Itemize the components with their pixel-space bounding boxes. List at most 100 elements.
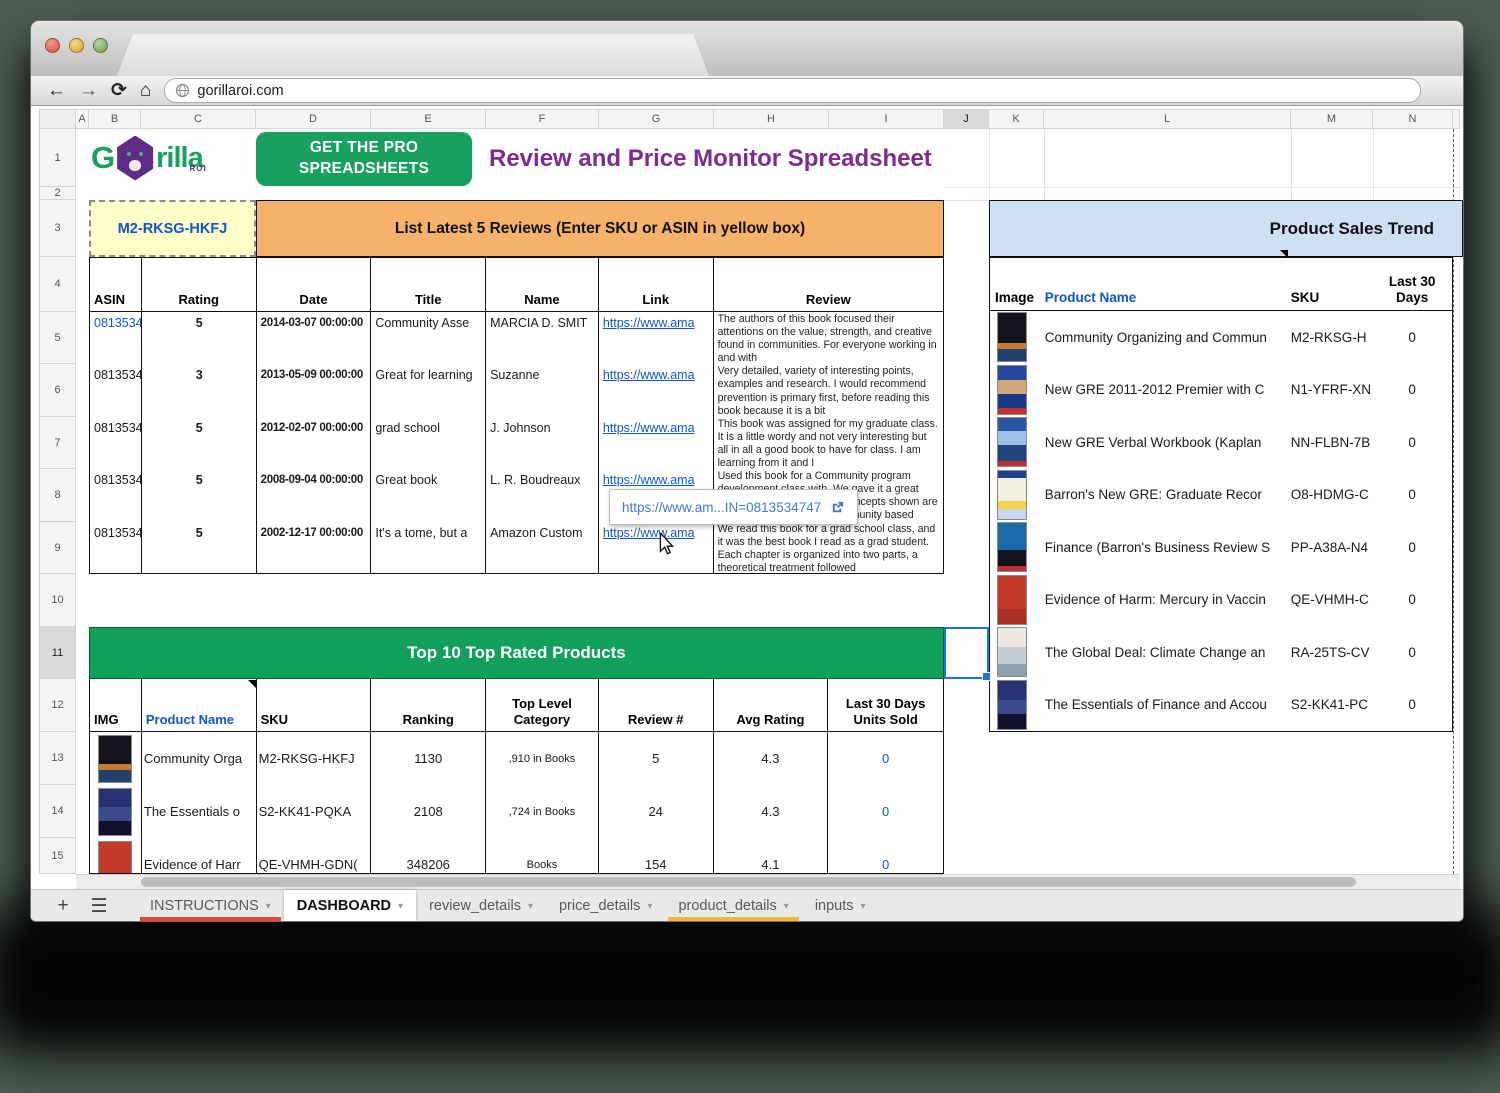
col-header-review-count[interactable]: Review #: [599, 679, 714, 731]
external-link-icon[interactable]: [830, 500, 845, 515]
asin-cell[interactable]: 08135347: [90, 312, 142, 364]
column-header-L[interactable]: L: [1044, 109, 1291, 129]
rating-cell[interactable]: 5: [142, 312, 257, 364]
col-header-units-sold[interactable]: Last 30 Days Units Sold: [828, 679, 943, 731]
col-header-rating[interactable]: Rating: [142, 258, 257, 311]
units-cell[interactable]: 0: [1372, 330, 1452, 345]
col-header-sku[interactable]: SKU: [257, 679, 372, 731]
category-cell[interactable]: ,910 in Books: [486, 732, 599, 785]
browser-titlebar[interactable]: [31, 21, 1463, 77]
row-header-13[interactable]: 13: [39, 732, 76, 785]
sku-cell[interactable]: M2-RKSG-H: [1291, 330, 1373, 345]
row-header-5[interactable]: 5: [39, 312, 76, 364]
column-header-G[interactable]: G: [599, 109, 714, 129]
select-all-corner[interactable]: [39, 109, 76, 129]
column-header-partial[interactable]: [1453, 109, 1460, 129]
date-cell[interactable]: 2002-12-17 00:00:00: [257, 522, 372, 574]
date-cell[interactable]: 2014-03-07 00:00:00: [257, 312, 372, 364]
row-header-8[interactable]: 8: [39, 469, 76, 522]
product-image-cell[interactable]: [990, 417, 1045, 467]
scrollbar-thumb[interactable]: [141, 877, 1356, 887]
row-header-1[interactable]: 1: [39, 129, 76, 187]
tab-dropdown-arrow[interactable]: ▾: [784, 901, 789, 912]
review-text-cell[interactable]: The authors of this book focused their a…: [714, 312, 943, 364]
close-window-button[interactable]: [45, 38, 60, 53]
col-header-top-level-category[interactable]: Top Level Category: [486, 679, 599, 731]
date-cell[interactable]: 2013-05-09 00:00:00: [257, 364, 372, 416]
review-count-cell[interactable]: 5: [599, 732, 714, 785]
title-cell[interactable]: grad school: [371, 417, 486, 469]
sku-cell[interactable]: S2-KK41-PC: [1291, 697, 1373, 712]
col-header-review[interactable]: Review: [714, 258, 943, 311]
sheet-tab[interactable]: inputs ▾: [802, 890, 879, 922]
asin-cell[interactable]: 08135347: [90, 417, 142, 469]
rating-cell[interactable]: 5: [142, 522, 257, 574]
row-header-15[interactable]: 15: [39, 838, 76, 874]
col-header-sku[interactable]: SKU: [1291, 258, 1373, 310]
col-header-ranking[interactable]: Ranking: [371, 679, 486, 731]
row-header-4[interactable]: 4: [39, 257, 76, 312]
sku-cell[interactable]: M2-RKSG-HKFJ: [257, 732, 372, 785]
review-text-cell[interactable]: This book was assigned for my graduate c…: [714, 417, 943, 469]
product-name-cell[interactable]: The Essentials o: [142, 785, 257, 838]
add-sheet-button[interactable]: +: [45, 890, 81, 922]
col-header-product-name[interactable]: Product Name: [142, 679, 257, 731]
column-header-E[interactable]: E: [371, 109, 486, 129]
product-name-cell[interactable]: Community Orga: [142, 732, 257, 785]
row-header-6[interactable]: 6: [39, 364, 76, 417]
units-sold-cell[interactable]: 0: [828, 838, 943, 874]
avg-rating-cell[interactable]: 4.1: [714, 838, 829, 874]
product-image-cell[interactable]: [90, 785, 142, 838]
url-text[interactable]: gorillaroi.com: [197, 83, 283, 99]
sheet-tab[interactable]: product_details ▾: [665, 890, 801, 922]
link-cell[interactable]: https://www.ama: [599, 312, 714, 364]
sheet-tab[interactable]: DASHBOARD ▾: [284, 890, 416, 922]
top10-banner[interactable]: Top 10 Top Rated Products: [89, 627, 944, 679]
home-button[interactable]: ⌂: [140, 80, 151, 102]
product-image-cell[interactable]: [990, 575, 1045, 625]
review-text-cell[interactable]: We read this book for a grad school clas…: [714, 522, 943, 574]
review-count-cell[interactable]: 24: [599, 785, 714, 838]
column-header-H[interactable]: H: [714, 109, 829, 129]
product-image-cell[interactable]: [990, 680, 1045, 730]
category-cell[interactable]: ,724 in Books: [486, 785, 599, 838]
tab-dropdown-arrow[interactable]: ▾: [398, 901, 403, 912]
col-header-name[interactable]: Name: [486, 258, 599, 311]
sheet-tab[interactable]: INSTRUCTIONS ▾: [137, 890, 284, 922]
column-header-F[interactable]: F: [486, 109, 599, 129]
sales-trend-banner[interactable]: Product Sales Trend: [989, 200, 1463, 257]
units-cell[interactable]: 0: [1372, 592, 1452, 607]
selected-cell-J11[interactable]: [944, 627, 989, 679]
date-cell[interactable]: 2008-09-04 00:00:00: [257, 469, 372, 521]
row-header-9[interactable]: 9: [39, 522, 76, 574]
units-sold-cell[interactable]: 0: [828, 732, 943, 785]
ranking-cell[interactable]: 1130: [371, 732, 486, 785]
row-header-12[interactable]: 12: [39, 679, 76, 732]
col-header-date[interactable]: Date: [257, 258, 372, 311]
product-name-cell[interactable]: Community Organizing and Commun: [1045, 330, 1291, 345]
title-cell[interactable]: Community Asse: [371, 312, 486, 364]
product-name-cell[interactable]: Finance (Barron's Business Review S: [1045, 540, 1291, 555]
all-sheets-menu-button[interactable]: ☰: [81, 890, 117, 922]
title-cell[interactable]: Great book: [371, 469, 486, 521]
link-cell[interactable]: https://www.ama: [599, 522, 714, 574]
units-sold-cell[interactable]: 0: [828, 785, 943, 838]
asin-cell[interactable]: 08135347: [90, 364, 142, 416]
sku-cell[interactable]: PP-A38A-N4: [1291, 540, 1373, 555]
product-name-cell[interactable]: The Essentials of Finance and Accou: [1045, 697, 1291, 712]
ranking-cell[interactable]: 348206: [371, 838, 486, 874]
product-image-cell[interactable]: [990, 522, 1045, 572]
column-header-I[interactable]: I: [829, 109, 944, 129]
date-cell[interactable]: 2012-02-07 00:00:00: [257, 417, 372, 469]
units-cell[interactable]: 0: [1372, 645, 1452, 660]
product-name-cell[interactable]: Evidence of Harr: [142, 838, 257, 874]
rating-cell[interactable]: 3: [142, 364, 257, 416]
product-name-cell[interactable]: The Global Deal: Climate Change an: [1045, 645, 1291, 660]
units-cell[interactable]: 0: [1372, 382, 1452, 397]
col-header-title[interactable]: Title: [371, 258, 486, 311]
column-header-A[interactable]: A: [76, 109, 89, 129]
sheet-tab[interactable]: review_details ▾: [416, 890, 546, 922]
title-cell[interactable]: It's a tome, but a: [371, 522, 486, 574]
review-count-cell[interactable]: 154: [599, 838, 714, 874]
sku-cell[interactable]: QE-VHMH-GDN(: [257, 838, 372, 874]
